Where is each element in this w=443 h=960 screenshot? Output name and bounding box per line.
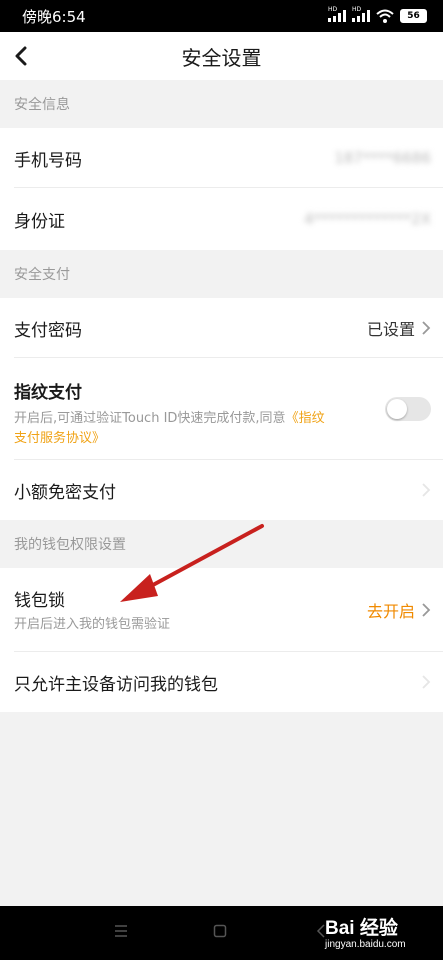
battery-icon: 56 xyxy=(400,9,427,23)
pay-password-label: 支付密码 xyxy=(14,320,82,341)
pay-password-status: 已设置 xyxy=(366,320,415,339)
baidu-jingyan-watermark: Bai 经验 jingyan.baidu.com xyxy=(325,913,435,957)
chevron-left-icon xyxy=(15,46,27,66)
status-time: 傍晚6:54 xyxy=(22,7,86,26)
chevron-right-icon xyxy=(422,483,431,497)
phone-row[interactable]: 手机号码 187****6686 xyxy=(0,128,443,188)
section-header-wallet-permissions: 我的钱包权限设置 xyxy=(14,537,126,553)
title-bar: 安全设置 xyxy=(0,32,443,80)
phone-value: 187****6686 xyxy=(334,149,431,167)
status-bar: 傍晚6:54 HD HD 56 xyxy=(0,0,443,32)
toggle-knob xyxy=(387,399,407,419)
fingerprint-pay-row: 指纹支付 开启后,可通过验证Touch ID快速完成付款,同意《指纹支付服务协议… xyxy=(0,358,443,460)
back-button[interactable] xyxy=(14,42,38,70)
small-amount-free-pay-label: 小额免密支付 xyxy=(14,482,116,503)
pay-password-row[interactable]: 支付密码 已设置 xyxy=(0,298,443,358)
chevron-right-icon xyxy=(422,321,431,335)
small-amount-free-pay-row[interactable]: 小额免密支付 xyxy=(0,460,443,520)
watermark-url: jingyan.baidu.com xyxy=(325,939,406,950)
fingerprint-pay-description: 开启后,可通过验证Touch ID快速完成付款,同意《指纹支付服务协议》 xyxy=(14,411,325,446)
home-icon[interactable] xyxy=(213,924,227,938)
phone-label: 手机号码 xyxy=(14,150,82,171)
main-device-only-label: 只允许主设备访问我的钱包 xyxy=(14,674,218,695)
watermark-brand: Bai 经验 xyxy=(325,918,398,939)
main-device-only-row[interactable]: 只允许主设备访问我的钱包 xyxy=(0,652,443,712)
id-card-value: 4*************2X xyxy=(304,210,431,228)
wifi-icon xyxy=(376,9,394,23)
wallet-lock-row[interactable]: 钱包锁 开启后进入我的钱包需验证 去开启 xyxy=(0,568,443,652)
menu-icon[interactable] xyxy=(114,924,128,938)
status-icons: HD HD 56 xyxy=(328,6,427,23)
id-card-row[interactable]: 身份证 4*************2X xyxy=(0,188,443,250)
fingerprint-pay-toggle[interactable] xyxy=(385,397,431,421)
id-card-label: 身份证 xyxy=(14,211,65,232)
wallet-lock-label: 钱包锁 xyxy=(14,590,65,611)
section-header-security-info: 安全信息 xyxy=(14,97,70,113)
page-title: 安全设置 xyxy=(181,45,262,70)
wallet-lock-enable-button[interactable]: 去开启 xyxy=(367,598,415,622)
chevron-right-icon xyxy=(422,675,431,689)
signal-icon: HD xyxy=(328,6,346,22)
wallet-lock-description: 开启后进入我的钱包需验证 xyxy=(14,616,171,632)
chevron-right-icon xyxy=(422,603,431,617)
fingerprint-pay-label: 指纹支付 xyxy=(14,383,82,403)
section-header-secure-pay: 安全支付 xyxy=(14,267,70,283)
signal-icon: HD xyxy=(352,6,370,22)
